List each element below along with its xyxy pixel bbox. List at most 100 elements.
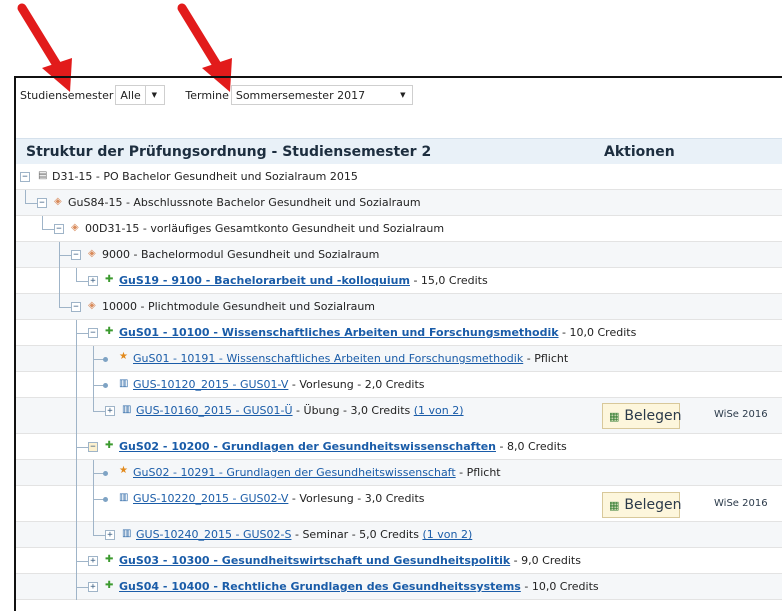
collapse-toggle[interactable]: − <box>37 198 47 208</box>
module-link[interactable]: GuS04 - 10400 - Rechtliche Grundlagen de… <box>119 580 521 593</box>
expand-toggle[interactable]: + <box>105 406 115 416</box>
filter-bar: Studiensemester Alle ▼ Termine Sommersem… <box>16 78 782 112</box>
row-text-wrap: GuS19 - 9100 - Bachelorarbeit und -kollo… <box>119 274 488 287</box>
termine-select[interactable]: Sommersemester 2017 ▼ <box>230 85 413 105</box>
course-link[interactable]: GUS-10220_2015 - GUS02-V <box>133 492 288 505</box>
tree-line <box>76 372 77 398</box>
tree-line <box>76 333 88 334</box>
row-text: GuS84-15 - Abschlussnote Bachelor Gesund… <box>68 196 421 209</box>
expand-toggle[interactable]: + <box>105 530 115 540</box>
row-suffix: - 8,0 Credits <box>496 440 567 453</box>
row-suffix: - Vorlesung - 3,0 Credits <box>288 492 425 505</box>
module-link[interactable]: GuS02 - 10200 - Grundlagen der Gesundhei… <box>119 440 496 453</box>
course-link[interactable]: GUS-10160_2015 - GUS01-Ü <box>136 404 293 417</box>
row-text: 9000 - Bachelormodul Gesundheit und Sozi… <box>102 248 380 261</box>
tree-row: − ◈ 00D31-15 - vorläufiges Gesamtkonto G… <box>16 216 782 242</box>
row-suffix: - Seminar - 5,0 Credits <box>291 528 423 541</box>
belegen-button[interactable]: ▦ Belegen <box>602 492 682 518</box>
tree-row: + ✚ GuS03 - 10300 - Gesundheitswirtschaf… <box>16 548 782 574</box>
tree-line <box>59 255 71 256</box>
row-suffix: - Pflicht <box>455 466 501 479</box>
tree-line <box>93 411 105 412</box>
collapse-toggle[interactable]: − <box>88 442 98 452</box>
tree-line <box>76 561 88 562</box>
course-link[interactable]: GUS-10120_2015 - GUS01-V <box>133 378 288 391</box>
chevron-down-icon[interactable]: ▼ <box>394 86 412 104</box>
row-suffix: - Übung - 3,0 Credits <box>292 404 414 417</box>
row-text-wrap: GUS-10160_2015 - GUS01-Ü - Übung - 3,0 C… <box>136 404 464 417</box>
puzzle-icon: ✚ <box>105 554 114 565</box>
star-award-icon: ★ <box>119 465 128 476</box>
spacer <box>16 112 782 138</box>
belegen-label: Belegen <box>624 408 682 424</box>
puzzle-icon: ✚ <box>105 440 114 451</box>
tree-line <box>93 535 105 536</box>
row-suffix: - Vorlesung - 2,0 Credits <box>288 378 425 391</box>
tree-line <box>59 307 71 308</box>
group-count-link[interactable]: (1 von 2) <box>422 528 472 541</box>
row-text-wrap: GUS-10220_2015 - GUS02-V - Vorlesung - 3… <box>133 492 425 505</box>
tag-icon: ◈ <box>71 222 79 233</box>
termine-value: Sommersemester 2017 <box>235 88 366 102</box>
collapse-toggle[interactable]: − <box>71 302 81 312</box>
row-text-wrap: GuS02 - 10200 - Grundlagen der Gesundhei… <box>119 440 567 453</box>
leaf-dot <box>103 383 108 388</box>
row-text-wrap: GuS02 - 10291 - Grundlagen der Gesundhei… <box>133 466 501 479</box>
tree-row: ★ GuS01 - 10191 - Wissenschaftliches Arb… <box>16 346 782 372</box>
belegen-button[interactable]: ▦ Belegen <box>602 403 682 429</box>
tree-row: − ✚ GuS02 - 10200 - Grundlagen der Gesun… <box>16 434 782 460</box>
table-header: Struktur der Prüfungsordnung - Studiense… <box>16 138 782 164</box>
semester-select[interactable]: Alle ▼ <box>115 85 166 105</box>
row-suffix: - 9,0 Credits <box>510 554 581 567</box>
tree-line <box>76 447 88 448</box>
row-text: 00D31-15 - vorläufiges Gesamtkonto Gesun… <box>85 222 445 235</box>
semester-badge: WiSe 2016 <box>714 498 768 509</box>
row-text-wrap: GuS03 - 10300 - Gesundheitswirtschaft un… <box>119 554 581 567</box>
exam-link[interactable]: GuS01 - 10191 - Wissenschaftliches Arbei… <box>133 352 523 365</box>
semester-label: Studiensemester <box>20 88 114 102</box>
tag-icon: ◈ <box>54 196 62 207</box>
puzzle-icon: ✚ <box>105 326 114 337</box>
book-icon: ▥ <box>119 492 129 503</box>
expand-toggle[interactable]: + <box>88 582 98 592</box>
row-text-wrap: GUS-10240_2015 - GUS02-S - Seminar - 5,0… <box>136 528 472 541</box>
row-text-wrap: GuS04 - 10400 - Rechtliche Grundlagen de… <box>119 580 599 593</box>
leaf-dot <box>103 497 108 502</box>
row-text: 10000 - Plichtmodule Gesundheit und Sozi… <box>102 300 376 313</box>
table-title: Struktur der Prüfungsordnung - Studiense… <box>26 143 432 160</box>
tree-line <box>93 486 94 522</box>
book-icon: ▥ <box>122 404 132 415</box>
tree-row: − ✚ GuS01 - 10100 - Wissenschaftliches A… <box>16 320 782 346</box>
termine-label: Termine <box>185 88 229 102</box>
row-text-wrap: GuS01 - 10100 - Wissenschaftliches Arbei… <box>119 326 636 339</box>
tag-icon: ◈ <box>88 248 96 259</box>
actions-header: Aktionen <box>604 143 675 160</box>
book-icon: ▥ <box>119 378 129 389</box>
group-count-link[interactable]: (1 von 2) <box>414 404 464 417</box>
collapse-toggle[interactable]: − <box>71 250 81 260</box>
row-text-wrap: GuS01 - 10191 - Wissenschaftliches Arbei… <box>133 352 568 365</box>
module-link[interactable]: GuS01 - 10100 - Wissenschaftliches Arbei… <box>119 326 559 339</box>
row-text: D31-15 - PO Bachelor Gesundheit und Sozi… <box>52 170 358 183</box>
tree-line <box>76 398 77 434</box>
tree-line <box>42 229 54 230</box>
tree-row: − ◈ 10000 - Plichtmodule Gesundheit und … <box>16 294 782 320</box>
semester-value: Alle <box>120 88 141 102</box>
semester-badge: WiSe 2016 <box>714 409 768 420</box>
register-icon: ▦ <box>609 409 620 423</box>
expand-toggle[interactable]: + <box>88 276 98 286</box>
course-link[interactable]: GUS-10240_2015 - GUS02-S <box>136 528 291 541</box>
collapse-toggle[interactable]: − <box>88 328 98 338</box>
module-link[interactable]: GuS19 - 9100 - Bachelorarbeit und -kollo… <box>119 274 410 287</box>
puzzle-icon: ✚ <box>105 580 114 591</box>
collapse-toggle[interactable]: − <box>54 224 64 234</box>
tree-line <box>93 522 94 535</box>
collapse-toggle[interactable]: − <box>20 172 30 182</box>
tree-row: + ▥ GUS-10240_2015 - GUS02-S - Seminar -… <box>16 522 782 548</box>
tree-row: − ▤ D31-15 - PO Bachelor Gesundheit und … <box>16 164 782 190</box>
expand-toggle[interactable]: + <box>88 556 98 566</box>
tree-line <box>76 587 88 588</box>
module-link[interactable]: GuS03 - 10300 - Gesundheitswirtschaft un… <box>119 554 510 567</box>
chevron-down-icon[interactable]: ▼ <box>144 86 163 104</box>
exam-link[interactable]: GuS02 - 10291 - Grundlagen der Gesundhei… <box>133 466 456 479</box>
